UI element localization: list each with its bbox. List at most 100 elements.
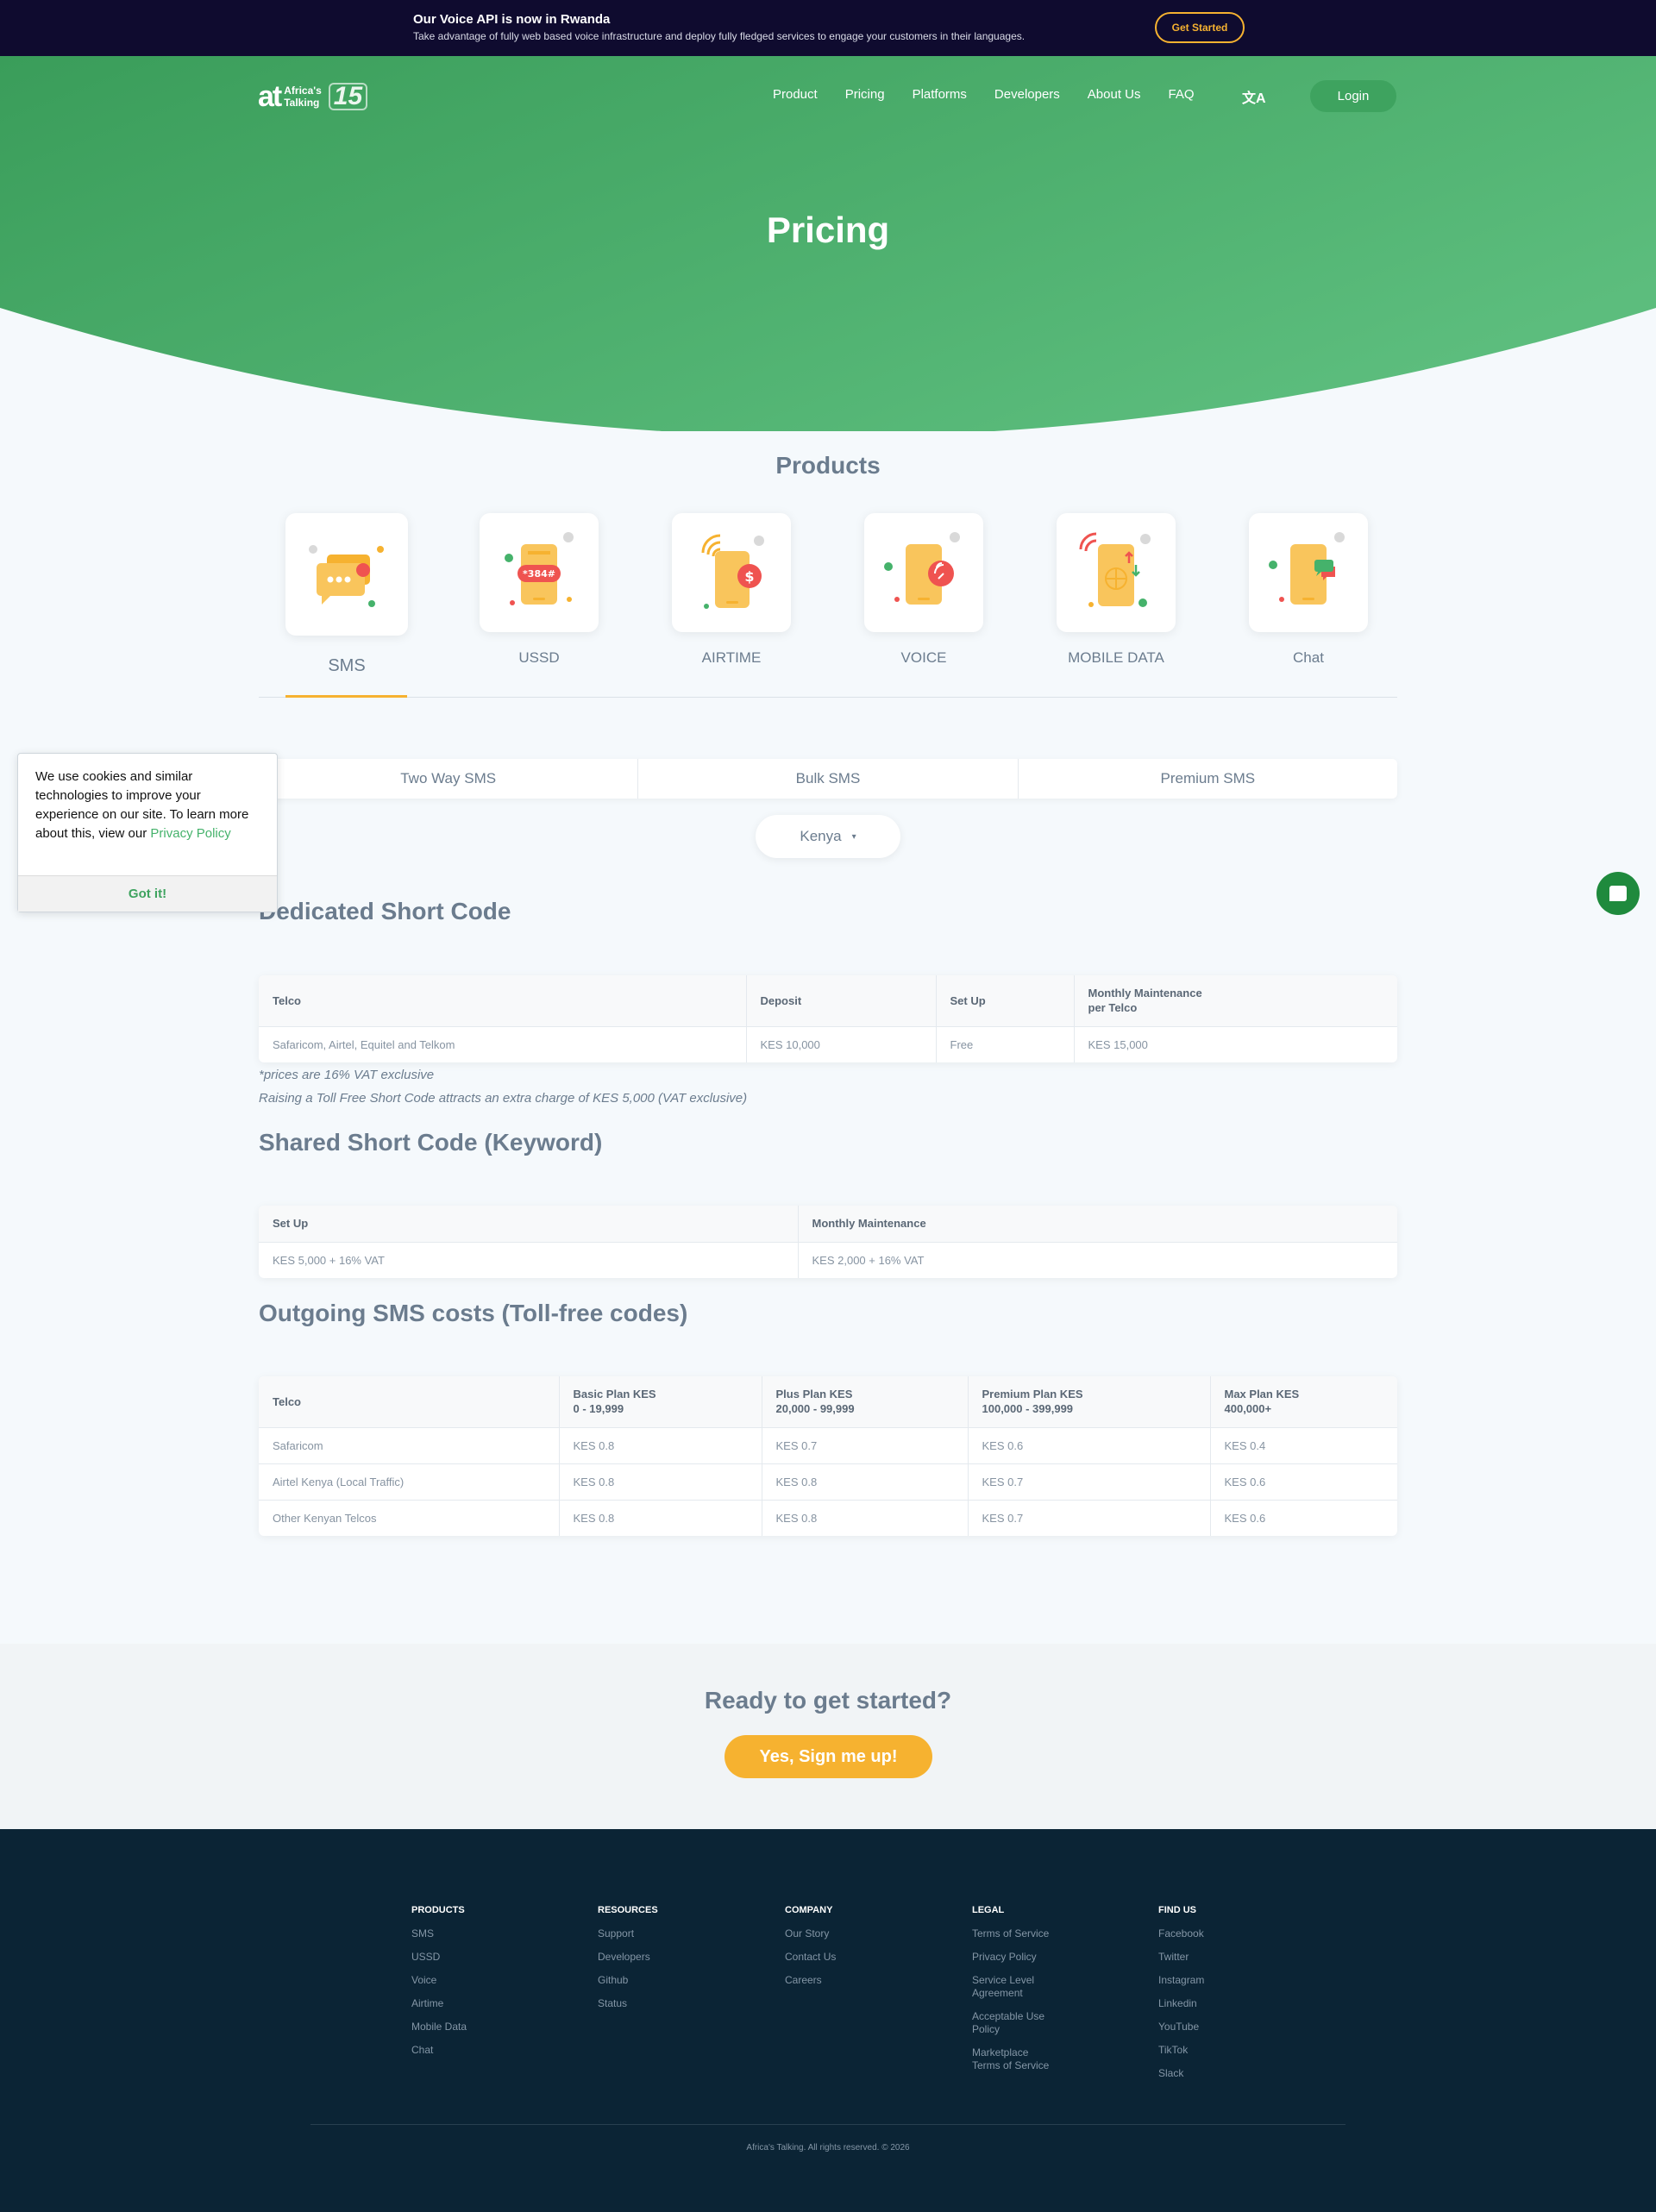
chat-widget-icon bbox=[1609, 886, 1627, 901]
logo-text: Africa's Talking bbox=[284, 85, 322, 109]
chat-widget-button[interactable] bbox=[1596, 872, 1640, 915]
nav-product[interactable]: Product bbox=[773, 87, 818, 102]
footer-link[interactable]: YouTube bbox=[1158, 2021, 1296, 2033]
table-cell: Airtel Kenya (Local Traffic) bbox=[259, 1463, 560, 1501]
table-row: Other Kenyan Telcos KES 0.8 KES 0.8 KES … bbox=[259, 1500, 1397, 1536]
nav-about-us[interactable]: About Us bbox=[1088, 87, 1141, 102]
login-button[interactable]: Login bbox=[1310, 80, 1396, 112]
tab-premium-sms[interactable]: Premium SMS bbox=[1019, 759, 1397, 799]
col-plus-plan: Plus Plan KES 20,000 - 99,999 bbox=[762, 1376, 969, 1428]
footer-link[interactable]: Instagram bbox=[1158, 1974, 1296, 1987]
footer-column-resources: RESOURCES Support Developers Github Stat… bbox=[598, 1905, 736, 2021]
footer-link[interactable]: Mobile Data bbox=[411, 2021, 549, 2033]
nav-pricing[interactable]: Pricing bbox=[845, 87, 885, 102]
table-cell: KES 0.6 bbox=[1224, 1511, 1266, 1525]
tab-two-way-sms[interactable]: Two Way SMS bbox=[259, 759, 639, 799]
footer-link[interactable]: Privacy Policy bbox=[972, 1951, 1110, 1964]
outgoing-sms-heading: Outgoing SMS costs (Toll-free codes) bbox=[259, 1300, 688, 1326]
product-card bbox=[285, 513, 408, 636]
footer-link[interactable]: Terms of Service bbox=[972, 1927, 1110, 1940]
main-nav: Product Pricing Platforms Developers Abo… bbox=[773, 87, 1222, 102]
airtime-currency: $ bbox=[744, 568, 754, 585]
product-tab-chat[interactable]: Chat bbox=[1249, 513, 1368, 667]
footer-link[interactable]: Facebook bbox=[1158, 1927, 1296, 1940]
table-header-row: Set Up Monthly Maintenance bbox=[259, 1206, 1397, 1243]
footer-link[interactable]: Contact Us bbox=[785, 1951, 923, 1964]
table-row: KES 5,000 + 16% VAT KES 2,000 + 16% VAT bbox=[259, 1242, 1397, 1278]
cookie-accept-button[interactable]: Got it! bbox=[18, 875, 277, 912]
footer-link[interactable]: Airtime bbox=[411, 1997, 549, 2010]
privacy-policy-link[interactable]: Privacy Policy bbox=[150, 826, 230, 841]
footer-link[interactable]: Slack bbox=[1158, 2067, 1296, 2080]
get-started-button[interactable]: Get Started bbox=[1155, 12, 1245, 43]
footer-divider bbox=[310, 2124, 1346, 2125]
footer-link[interactable]: Chat bbox=[411, 2044, 549, 2057]
footer-link[interactable]: Careers bbox=[785, 1974, 923, 1987]
footer-link[interactable]: Developers bbox=[598, 1951, 736, 1964]
table-header-row: Telco Deposit Set Up Monthly Maintenance… bbox=[259, 975, 1397, 1027]
table-cell: KES 0.8 bbox=[559, 1500, 762, 1536]
footer-link[interactable]: Service Level Agreement bbox=[972, 1974, 1110, 2000]
tab-bulk-sms[interactable]: Bulk SMS bbox=[638, 759, 1019, 799]
footer-link[interactable]: Github bbox=[598, 1974, 736, 1987]
product-label: Chat bbox=[1293, 649, 1324, 666]
footer-link[interactable]: SMS bbox=[411, 1927, 549, 1940]
country-select[interactable]: Kenya ▾ bbox=[756, 815, 900, 858]
footer-link[interactable]: TikTok bbox=[1158, 2044, 1296, 2057]
product-label: SMS bbox=[328, 656, 366, 675]
sign-up-button[interactable]: Yes, Sign me up! bbox=[724, 1735, 932, 1778]
nav-developers[interactable]: Developers bbox=[994, 87, 1060, 102]
product-tab-sms[interactable]: SMS bbox=[285, 513, 408, 676]
products-heading: Products bbox=[775, 452, 881, 479]
vat-note: *prices are 16% VAT exclusive bbox=[259, 1068, 435, 1082]
announcement-title: Our Voice API is now in Rwanda bbox=[413, 12, 611, 27]
product-label: AIRTIME bbox=[701, 649, 762, 666]
dedicated-short-code-heading: Dedicated Short Code bbox=[259, 898, 511, 924]
table-cell: KES 0.7 bbox=[968, 1463, 1211, 1501]
col-setup: Set Up bbox=[259, 1206, 799, 1243]
toll-free-note: Raising a Toll Free Short Code attracts … bbox=[259, 1091, 748, 1106]
footer-column-legal: LEGAL Terms of Service Privacy Policy Se… bbox=[972, 1905, 1110, 2083]
product-tab-mobile-data[interactable]: MOBILE DATA bbox=[1057, 513, 1176, 667]
footer-link[interactable]: Twitter bbox=[1158, 1951, 1296, 1964]
table-cell: KES 0.7 bbox=[968, 1500, 1211, 1536]
nav-faq[interactable]: FAQ bbox=[1169, 87, 1195, 102]
footer-link[interactable]: Acceptable Use Policy bbox=[972, 2010, 1110, 2036]
translate-icon[interactable]: 文A bbox=[1242, 86, 1266, 107]
footer-link[interactable]: Support bbox=[598, 1927, 736, 1940]
footer-column-title: RESOURCES bbox=[598, 1905, 658, 1915]
sms-icon bbox=[309, 545, 384, 607]
col-telco: Telco bbox=[259, 1376, 560, 1428]
col-monthly-maintenance: Monthly Maintenance per Telco bbox=[1074, 975, 1397, 1027]
table-cell: Safaricom bbox=[259, 1427, 560, 1464]
product-tab-ussd[interactable]: *384# USSD bbox=[480, 513, 599, 667]
logo-mark: at bbox=[258, 80, 282, 113]
product-label: USSD bbox=[518, 649, 560, 666]
airtime-icon: $ bbox=[701, 534, 764, 609]
product-tab-voice[interactable]: VOICE bbox=[864, 513, 983, 667]
country-selected: Kenya bbox=[800, 828, 842, 844]
footer-link[interactable]: Status bbox=[598, 1997, 736, 2010]
footer-link[interactable]: Marketplace Terms of Service bbox=[972, 2046, 1110, 2072]
ussd-icon: *384# bbox=[505, 532, 574, 605]
table-row: Safaricom, Airtel, Equitel and Telkom KE… bbox=[259, 1026, 1397, 1062]
product-card: $ bbox=[672, 513, 791, 632]
footer-link[interactable]: Linkedin bbox=[1158, 1997, 1296, 2010]
product-tab-airtime[interactable]: $ AIRTIME bbox=[672, 513, 791, 667]
footer-link[interactable]: Our Story bbox=[785, 1927, 923, 1940]
footer-column-company: COMPANY Our Story Contact Us Careers bbox=[785, 1905, 923, 1997]
nav-platforms[interactable]: Platforms bbox=[913, 87, 967, 102]
col-max-plan: Max Plan KES 400,000+ bbox=[1210, 1376, 1397, 1428]
table-cell: KES 0.6 bbox=[1210, 1463, 1397, 1501]
logo[interactable]: at Africa's Talking 15 bbox=[258, 80, 368, 113]
footer-link[interactable]: Voice bbox=[411, 1974, 549, 1987]
table-row: Safaricom KES 0.8 KES 0.7 KES 0.6 KES 0.… bbox=[259, 1427, 1397, 1464]
product-card: *384# bbox=[480, 513, 599, 632]
footer-link[interactable]: USSD bbox=[411, 1951, 549, 1964]
table-cell: KES 5,000 + 16% VAT bbox=[259, 1242, 799, 1278]
announcement-subtitle: Take advantage of fully web based voice … bbox=[413, 30, 1026, 42]
table-cell: Safaricom, Airtel, Equitel and Telkom bbox=[259, 1026, 747, 1062]
table-cell: KES 10,000 bbox=[746, 1026, 937, 1062]
ussd-code: *384# bbox=[523, 568, 555, 580]
logo-text-line2: Talking bbox=[284, 97, 320, 109]
